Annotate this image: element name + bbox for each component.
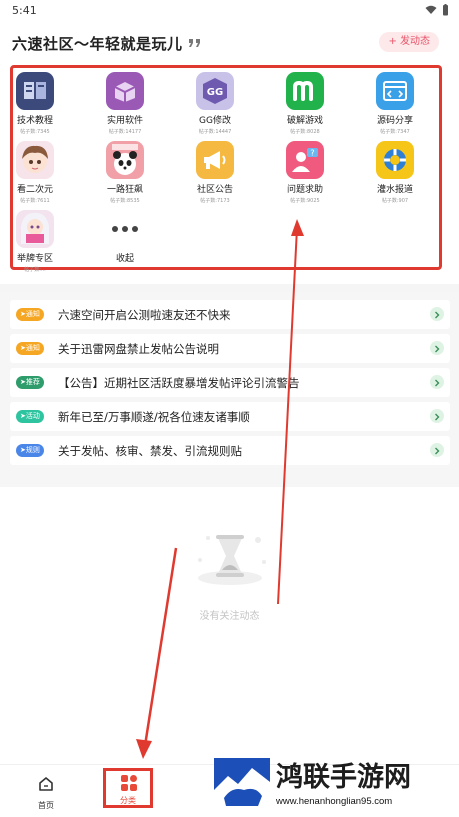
category-anime[interactable]: 看二次元 帖子数:7611 bbox=[0, 141, 70, 204]
category-count: 帖子数:... bbox=[24, 267, 46, 273]
status-icons bbox=[425, 4, 449, 16]
category-label: 看二次元 bbox=[16, 185, 53, 195]
category-count: 帖子数:7347 bbox=[380, 129, 410, 135]
nav-home-label: 首页 bbox=[38, 801, 54, 810]
notice-badge: ➤活动 bbox=[16, 410, 44, 423]
watermark-url: www.henanhonglian95.com bbox=[276, 796, 393, 807]
category-label: GG修改 bbox=[199, 116, 231, 126]
sign-girl-icon bbox=[16, 210, 54, 248]
gg-icon: GG bbox=[196, 72, 234, 110]
category-sign-zone[interactable]: 举牌专区 帖子数:... bbox=[0, 210, 70, 273]
watermark: 鸿联手游网 www.henanhonglian95.com bbox=[212, 752, 459, 816]
empty-state-text: 没有关注动态 bbox=[199, 611, 260, 622]
book-icon bbox=[16, 72, 54, 110]
category-label: 技术教程 bbox=[16, 116, 53, 126]
category-label: 源码分享 bbox=[376, 116, 413, 126]
code-icon bbox=[376, 72, 414, 110]
category-cracked-games[interactable]: 破解游戏 帖子数:8028 bbox=[270, 72, 340, 135]
category-count: 帖子数:7173 bbox=[200, 198, 230, 204]
quote-icon bbox=[189, 39, 200, 47]
chevron-right-icon bbox=[430, 341, 444, 355]
category-count: 帖子数:7345 bbox=[20, 129, 50, 135]
notice-text: 【公告】近期社区活跃度暴增发帖评论引流警告 bbox=[58, 376, 300, 390]
anime-girl-icon bbox=[16, 141, 54, 179]
nav-home[interactable]: 首页 bbox=[26, 775, 66, 811]
category-label: 问题求助 bbox=[286, 185, 323, 195]
category-count: 帖子数:14177 bbox=[108, 129, 142, 135]
panda-icon bbox=[106, 141, 144, 179]
category-count: 帖子数:7611 bbox=[20, 198, 50, 204]
category-count: 帖子数:8028 bbox=[290, 129, 320, 135]
m-icon bbox=[286, 72, 324, 110]
category-label: 实用软件 bbox=[106, 116, 143, 126]
category-label: 收起 bbox=[115, 254, 134, 264]
category-help[interactable]: ? 问题求助 帖子数:9025 bbox=[270, 141, 340, 204]
notice-badge: ➤通知 bbox=[16, 308, 44, 321]
category-grid-icon bbox=[121, 775, 137, 791]
category-label: 灌水报道 bbox=[376, 185, 413, 195]
notice-badge: ➤通知 bbox=[16, 342, 44, 355]
notice-text: 关于迅雷网盘禁止发帖公告说明 bbox=[58, 342, 219, 356]
notice-badge: ➤规则 bbox=[16, 444, 44, 457]
nav-category[interactable]: 分类 bbox=[103, 768, 153, 808]
hourglass-icon bbox=[198, 535, 266, 585]
section-divider bbox=[0, 284, 459, 292]
wifi-icon bbox=[425, 5, 437, 14]
category-label: 举牌专区 bbox=[16, 254, 53, 264]
svg-text:?: ? bbox=[310, 149, 314, 158]
category-chat[interactable]: 灌水报道 帖子数:907 bbox=[360, 141, 430, 204]
status-bar: 5:41 bbox=[0, 0, 459, 22]
notice-badge: ➤推荐 bbox=[16, 376, 44, 389]
notice-row[interactable]: ➤通知 六速空间开启公测啦速友还不快来 bbox=[10, 300, 450, 329]
category-count: 帖子数:9025 bbox=[290, 198, 320, 204]
category-label: 社区公告 bbox=[196, 185, 233, 195]
more-dots-icon bbox=[106, 210, 144, 248]
notice-list: ➤通知 六速空间开启公测啦速友还不快来 ➤通知 关于迅雷网盘禁止发帖公告说明 ➤… bbox=[0, 292, 459, 487]
notice-row[interactable]: ➤规则 关于发帖、核审、禁发、引流规则贴 bbox=[10, 436, 450, 465]
battery-icon bbox=[443, 4, 448, 16]
svg-text:GG: GG bbox=[207, 87, 223, 98]
notice-text: 新年已至/万事顺遂/祝各位速友诸事顺 bbox=[58, 410, 250, 424]
status-time: 5:41 bbox=[12, 4, 37, 17]
category-speeding[interactable]: 一路狂飙 帖子数:8535 bbox=[90, 141, 160, 204]
category-useful-software[interactable]: 实用软件 帖子数:14177 bbox=[90, 72, 160, 135]
post-button[interactable]: + 发动态 bbox=[379, 32, 439, 52]
category-count: 帖子数:14447 bbox=[198, 129, 232, 135]
community-title: 六速社区～年轻就是玩儿 bbox=[12, 35, 183, 53]
chevron-right-icon bbox=[430, 307, 444, 321]
notice-text: 关于发帖、核审、禁发、引流规则贴 bbox=[58, 444, 242, 458]
category-count: 帖子数:907 bbox=[381, 198, 409, 204]
notice-row[interactable]: ➤推荐 【公告】近期社区活跃度暴增发帖评论引流警告 bbox=[10, 368, 450, 397]
category-tech-tutorial[interactable]: 技术教程 帖子数:7345 bbox=[0, 72, 70, 135]
notice-text: 六速空间开启公测啦速友还不快来 bbox=[58, 308, 231, 322]
chevron-right-icon bbox=[430, 375, 444, 389]
category-count: 帖子数:8535 bbox=[110, 198, 140, 204]
category-gg-modify[interactable]: GG GG修改 帖子数:14447 bbox=[180, 72, 250, 135]
home-icon bbox=[39, 777, 53, 791]
megaphone-icon bbox=[196, 141, 234, 179]
watermark-text: 鸿联手游网 bbox=[276, 762, 411, 793]
notice-row[interactable]: ➤活动 新年已至/万事顺遂/祝各位速友诸事顺 bbox=[10, 402, 450, 431]
lifebuoy-icon bbox=[376, 141, 414, 179]
bull-logo bbox=[214, 758, 270, 810]
box-icon bbox=[106, 72, 144, 110]
category-grid: 技术教程 帖子数:7345 实用软件 帖子数:14177 GG GG修改 帖子数… bbox=[10, 65, 442, 273]
nav-category-label: 分类 bbox=[120, 796, 136, 805]
notice-row[interactable]: ➤通知 关于迅雷网盘禁止发帖公告说明 bbox=[10, 334, 450, 363]
category-label: 破解游戏 bbox=[286, 116, 323, 126]
category-label: 一路狂飙 bbox=[106, 185, 143, 195]
chevron-right-icon bbox=[430, 443, 444, 457]
category-source-code[interactable]: 源码分享 帖子数:7347 bbox=[360, 72, 430, 135]
help-person-icon: ? bbox=[286, 141, 324, 179]
chevron-right-icon bbox=[430, 409, 444, 423]
category-announcements[interactable]: 社区公告 帖子数:7173 bbox=[180, 141, 250, 204]
collapse-button[interactable]: 收起 bbox=[90, 210, 160, 264]
